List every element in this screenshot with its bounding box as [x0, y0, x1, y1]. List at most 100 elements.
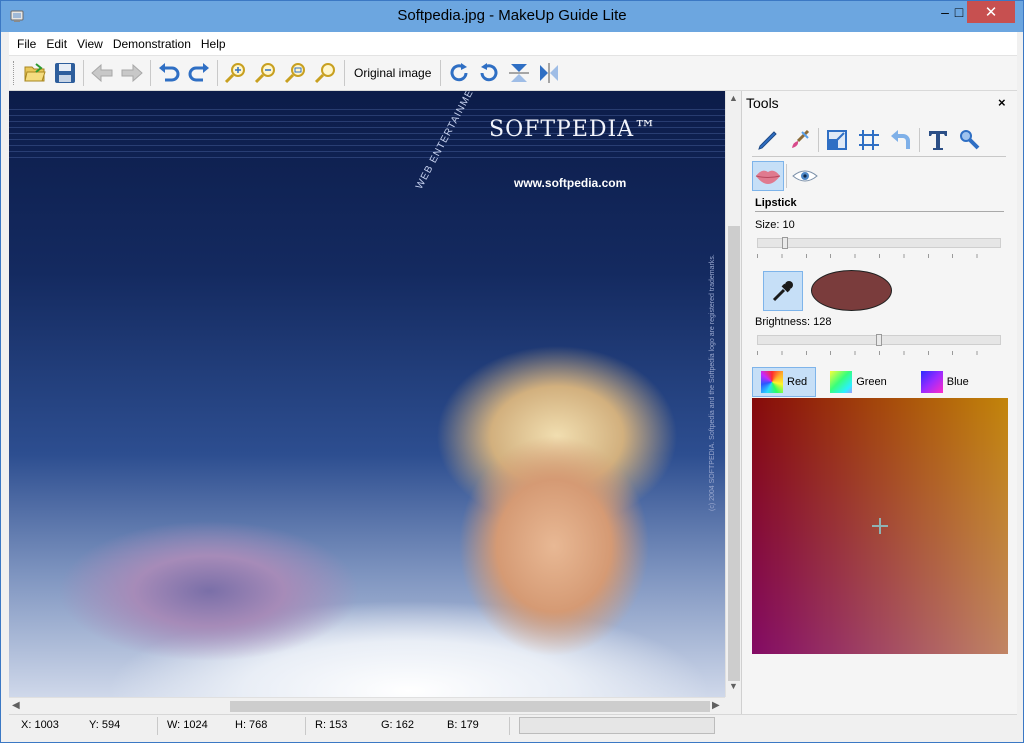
horizontal-scroll-thumb[interactable] — [230, 701, 710, 712]
arrow-right-icon — [121, 63, 143, 83]
lipstick-tool-button[interactable] — [752, 161, 784, 191]
image-canvas[interactable]: SOFTPEDIA™ www.softpedia.com WEB ENTERTA… — [9, 91, 725, 697]
photo-image[interactable]: SOFTPEDIA™ www.softpedia.com WEB ENTERTA… — [9, 91, 725, 697]
undo-tool-button[interactable] — [885, 125, 917, 155]
status-red: R: 153 — [315, 719, 348, 731]
arrow-left-icon — [91, 63, 113, 83]
scroll-down-arrow-icon[interactable]: ▼ — [729, 681, 738, 691]
brush-tool-button[interactable] — [784, 125, 816, 155]
scroll-right-arrow-icon[interactable]: ▶ — [712, 700, 720, 711]
wrench-icon — [960, 129, 980, 149]
status-width: W: 1024 — [167, 719, 208, 731]
zoom-actual-button[interactable] — [311, 58, 341, 88]
tools-close-button[interactable]: × — [998, 95, 1006, 110]
open-folder-icon — [24, 63, 46, 82]
zoom-in-icon — [224, 63, 245, 84]
color-field[interactable] — [752, 398, 1008, 654]
rotate-left-button[interactable] — [474, 58, 504, 88]
tab-red[interactable]: Red — [752, 367, 817, 397]
menu-view[interactable]: View — [72, 32, 108, 56]
toolbar-separator — [344, 60, 345, 86]
status-progress-bar — [519, 717, 715, 734]
undo-icon — [159, 63, 180, 82]
undo-arrow-icon — [891, 129, 910, 149]
save-disk-icon — [55, 63, 75, 83]
undo-button[interactable] — [154, 58, 184, 88]
scroll-left-arrow-icon[interactable]: ◀ — [12, 700, 20, 711]
vertical-scroll-thumb[interactable] — [728, 226, 740, 681]
status-separator — [509, 717, 510, 735]
brightness-slider[interactable] — [757, 334, 1001, 346]
title-bar[interactable]: Softpedia.jpg - MakeUp Guide Lite – □ ✕ — [1, 1, 1023, 32]
resize-tool-button[interactable] — [821, 125, 853, 155]
blue-channel-icon — [920, 371, 943, 393]
tools-title: Tools — [746, 95, 779, 111]
menu-edit[interactable]: Edit — [41, 32, 72, 56]
size-value: 10 — [782, 219, 795, 231]
makeup-tools-row — [752, 159, 1006, 193]
zoom-out-button[interactable] — [251, 58, 281, 88]
close-button[interactable]: ✕ — [967, 1, 1015, 23]
pencil-icon — [758, 130, 777, 150]
tools-panel: Tools × Lipstick Size: 10 Brightness: 12… — [741, 91, 1017, 714]
photo-url-text: www.softpedia.com — [514, 176, 627, 190]
eye-icon — [792, 170, 818, 182]
tools-separator — [919, 127, 920, 152]
eyedropper-icon — [772, 281, 793, 302]
status-separator — [305, 717, 306, 735]
crop-tool-button[interactable] — [853, 125, 885, 155]
photo-copyright-text: (c) 2004 SOFTPEDIA. Softpedia and the So… — [709, 254, 716, 511]
pencil-tool-button[interactable] — [752, 125, 784, 155]
size-slider-handle[interactable] — [782, 237, 788, 249]
toolbar-separator — [217, 60, 218, 86]
open-button[interactable] — [20, 58, 50, 88]
text-t-icon — [929, 130, 947, 150]
save-button[interactable] — [50, 58, 80, 88]
scroll-up-arrow-icon[interactable]: ▲ — [729, 93, 738, 103]
size-slider-ticks — [757, 254, 1001, 258]
menu-help[interactable]: Help — [196, 32, 231, 56]
settings-tool-button[interactable] — [954, 125, 986, 155]
back-button[interactable] — [87, 58, 117, 88]
tools-separator — [786, 164, 787, 188]
flip-vertical-button[interactable] — [504, 58, 534, 88]
color-swatch[interactable] — [811, 270, 892, 311]
tab-green-label: Green — [856, 376, 887, 388]
menu-demonstration[interactable]: Demonstration — [108, 32, 196, 56]
window-title: Softpedia.jpg - MakeUp Guide Lite — [397, 7, 627, 24]
vertical-scrollbar[interactable]: ▲ ▼ — [725, 91, 741, 697]
crop-grid-icon — [859, 129, 879, 150]
rotate-right-button[interactable] — [444, 58, 474, 88]
color-channel-tabs: Red Green Blue — [752, 366, 1008, 398]
status-blue: B: 179 — [447, 719, 479, 731]
brush-icon — [792, 129, 810, 148]
brightness-slider-ticks — [757, 351, 1001, 355]
menu-file[interactable]: File — [12, 32, 41, 56]
tab-blue[interactable]: Blue — [913, 367, 977, 397]
lipstick-section-title: Lipstick — [755, 197, 1004, 212]
rotate-left-icon — [480, 63, 498, 82]
brightness-slider-handle[interactable] — [876, 334, 882, 346]
eye-tool-button[interactable] — [789, 161, 821, 191]
menu-bar: File Edit View Demonstration Help — [9, 32, 1017, 56]
red-channel-icon — [761, 371, 783, 393]
zoom-in-button[interactable] — [221, 58, 251, 88]
flip-horizontal-button[interactable] — [534, 58, 564, 88]
status-separator — [157, 717, 158, 735]
zoom-fit-button[interactable] — [281, 58, 311, 88]
crosshair-icon[interactable] — [872, 518, 888, 534]
tab-blue-label: Blue — [946, 376, 969, 388]
size-label: Size: 10 — [755, 219, 795, 231]
original-image-button[interactable]: Original image — [348, 58, 437, 88]
color-picker-button[interactable] — [763, 271, 803, 311]
size-slider[interactable] — [757, 237, 1001, 249]
horizontal-scrollbar[interactable]: ◀ ▶ — [9, 697, 725, 714]
redo-button[interactable] — [184, 58, 214, 88]
toolbar-separator — [440, 60, 442, 86]
rotate-right-icon — [450, 63, 468, 82]
status-green: G: 162 — [381, 719, 415, 731]
forward-button[interactable] — [117, 58, 147, 88]
text-tool-button[interactable] — [922, 125, 954, 155]
tab-green[interactable]: Green — [822, 367, 895, 397]
toolbar-grip[interactable] — [13, 61, 16, 85]
